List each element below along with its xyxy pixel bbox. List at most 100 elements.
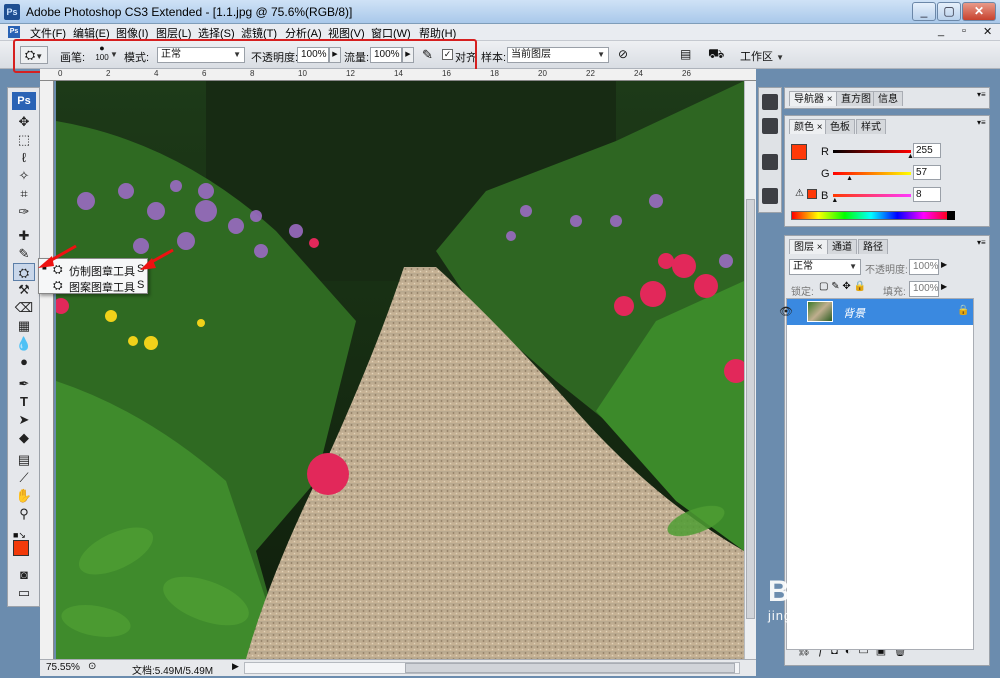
- document-canvas[interactable]: [56, 81, 744, 659]
- channel-g-slider[interactable]: [833, 172, 911, 175]
- tab-info[interactable]: 信息: [873, 91, 903, 106]
- history-brush-icon[interactable]: ⚒: [13, 281, 35, 299]
- doc-close-button[interactable]: ✕: [983, 25, 992, 38]
- ruler-tick: 22: [586, 69, 595, 78]
- slider-knob-icon[interactable]: ▲: [831, 197, 838, 204]
- horizontal-ruler: 0 2 4 6 8 10 12 14 16 18 20 22 24 26: [40, 69, 756, 81]
- channel-b-slider[interactable]: [833, 194, 911, 197]
- blur-icon[interactable]: 💧: [13, 335, 35, 353]
- sample-select[interactable]: 当前图层 ▼: [507, 47, 609, 63]
- clone-source-panel-icon[interactable]: [762, 188, 778, 204]
- shape-tool-icon[interactable]: ◆: [13, 429, 35, 447]
- layer-thumbnail: [807, 301, 833, 322]
- zoom-level[interactable]: 75.55%: [46, 662, 80, 673]
- vertical-ruler: [40, 81, 54, 659]
- ruler-tick: 16: [442, 69, 451, 78]
- chevron-down-icon: ▼: [849, 262, 857, 271]
- fill-arrow-icon[interactable]: ▶: [941, 282, 947, 291]
- move-tool-icon[interactable]: ✥: [13, 113, 35, 131]
- ps-logo: Ps: [12, 92, 36, 110]
- marquee-tool-icon[interactable]: ⬚: [13, 131, 35, 149]
- ruler-tick: 20: [538, 69, 547, 78]
- restore-button[interactable]: ▢: [937, 2, 961, 21]
- ruler-tick: 0: [58, 69, 63, 78]
- close-button[interactable]: ✕: [962, 2, 996, 21]
- screen-mode-icon[interactable]: ▭: [13, 584, 35, 602]
- color-spectrum-bar[interactable]: [791, 211, 951, 220]
- foreground-color-swatch[interactable]: [13, 540, 29, 556]
- gamut-swatch[interactable]: [807, 189, 817, 199]
- zoom-tool-icon[interactable]: ⚲: [13, 505, 35, 523]
- black-swatch[interactable]: [947, 211, 955, 220]
- scroll-thumb[interactable]: [405, 663, 735, 673]
- layer-name[interactable]: 背景: [843, 305, 865, 321]
- gradient-icon[interactable]: ▦: [13, 317, 35, 335]
- ruler-tick: 2: [106, 69, 111, 78]
- dodge-icon[interactable]: ●: [13, 353, 35, 371]
- notes-icon[interactable]: ▤: [13, 451, 35, 469]
- tab-swatches[interactable]: 色板: [825, 119, 855, 134]
- tab-color[interactable]: 颜色 ×: [789, 119, 828, 134]
- eraser-icon[interactable]: ⌫: [13, 299, 35, 317]
- ruler-tick: 4: [154, 69, 159, 78]
- eyedropper-icon[interactable]: ⟋: [13, 469, 35, 487]
- ignore-adjustment-layers-icon[interactable]: ⊘: [618, 47, 628, 61]
- scroll-thumb[interactable]: [746, 199, 755, 619]
- panel-menu-icon[interactable]: ▾≡: [977, 238, 986, 247]
- pen-tool-icon[interactable]: ✒: [13, 375, 35, 393]
- sample-value: 当前图层: [511, 49, 551, 60]
- magic-wand-icon[interactable]: ✧: [13, 167, 35, 185]
- ps-menu-icon[interactable]: Ps: [8, 26, 20, 38]
- ruler-tick: 14: [394, 69, 403, 78]
- color-panel-foreground-swatch[interactable]: [791, 144, 807, 160]
- tab-channels[interactable]: 通道: [827, 239, 857, 254]
- lasso-tool-icon[interactable]: ℓ: [13, 149, 35, 167]
- minimize-button[interactable]: _: [912, 2, 936, 21]
- channel-r-slider[interactable]: [833, 150, 911, 153]
- tab-styles[interactable]: 样式: [856, 119, 886, 134]
- doc-restore-button[interactable]: ▫: [962, 25, 966, 37]
- slider-knob-icon[interactable]: ▲: [846, 175, 853, 182]
- crop-tool-icon[interactable]: ⌗: [13, 185, 35, 203]
- fill-input[interactable]: 100%: [909, 281, 939, 297]
- history-panel-icon[interactable]: [762, 94, 778, 110]
- quick-mask-icon[interactable]: ◙: [13, 566, 35, 584]
- layer-row[interactable]: 👁 背景 🔒: [779, 299, 973, 325]
- channel-r-input[interactable]: 255: [913, 143, 941, 158]
- horizontal-scrollbar[interactable]: [244, 662, 740, 674]
- tab-layers[interactable]: 图层 ×: [789, 239, 828, 254]
- slice-tool-icon[interactable]: ✑: [13, 203, 35, 221]
- doc-minimize-button[interactable]: _: [938, 25, 944, 37]
- lock-icon: 🔒: [957, 305, 970, 316]
- out-of-gamut-warning-icon[interactable]: ⚠: [795, 188, 804, 199]
- status-info-icon[interactable]: ⊙: [88, 661, 96, 672]
- tab-paths[interactable]: 路径: [858, 239, 888, 254]
- actions-panel-icon[interactable]: [762, 118, 778, 134]
- type-tool-icon[interactable]: T: [13, 393, 35, 411]
- vertical-scrollbar[interactable]: [744, 81, 756, 659]
- palette-well-icon[interactable]: ▤: [680, 47, 691, 61]
- opacity-arrow-icon[interactable]: ▶: [941, 260, 947, 269]
- path-selection-icon[interactable]: ➤: [13, 411, 35, 429]
- eye-icon[interactable]: 👁: [779, 305, 793, 318]
- tab-histogram[interactable]: 直方图: [836, 91, 876, 106]
- bridge-icon[interactable]: ⛟: [708, 46, 724, 64]
- tab-navigator[interactable]: 导航器 ×: [789, 91, 838, 106]
- lock-icons[interactable]: ▢ ✎ ✥ 🔒: [819, 281, 866, 292]
- chevron-down-icon: ▼: [776, 53, 784, 62]
- ruler-tick: 12: [346, 69, 355, 78]
- panel-menu-icon[interactable]: ▾≡: [977, 118, 986, 127]
- blend-mode-select[interactable]: 正常 ▼: [789, 259, 861, 275]
- color-panel: 颜色 × 色板 样式 ▾≡ R ▲ 255 G ▲ 57 ⚠ B ▲ 8: [784, 115, 990, 227]
- channel-b-input[interactable]: 8: [913, 187, 941, 202]
- hand-tool-icon[interactable]: ✋: [13, 487, 35, 505]
- garden-path-photo: [56, 81, 744, 659]
- shortcut-key: S: [137, 279, 145, 291]
- panel-menu-icon[interactable]: ▾≡: [977, 90, 986, 99]
- status-menu-arrow-icon[interactable]: ▶: [232, 661, 239, 672]
- pattern-stamp-menu-item[interactable]: ⛭ 图案图章工具 S: [41, 278, 145, 294]
- workspace-menu[interactable]: 工作区 ▼: [740, 48, 784, 64]
- layer-opacity-input[interactable]: 100%: [909, 259, 939, 275]
- channel-g-input[interactable]: 57: [913, 165, 941, 180]
- brushes-panel-icon[interactable]: [762, 154, 778, 170]
